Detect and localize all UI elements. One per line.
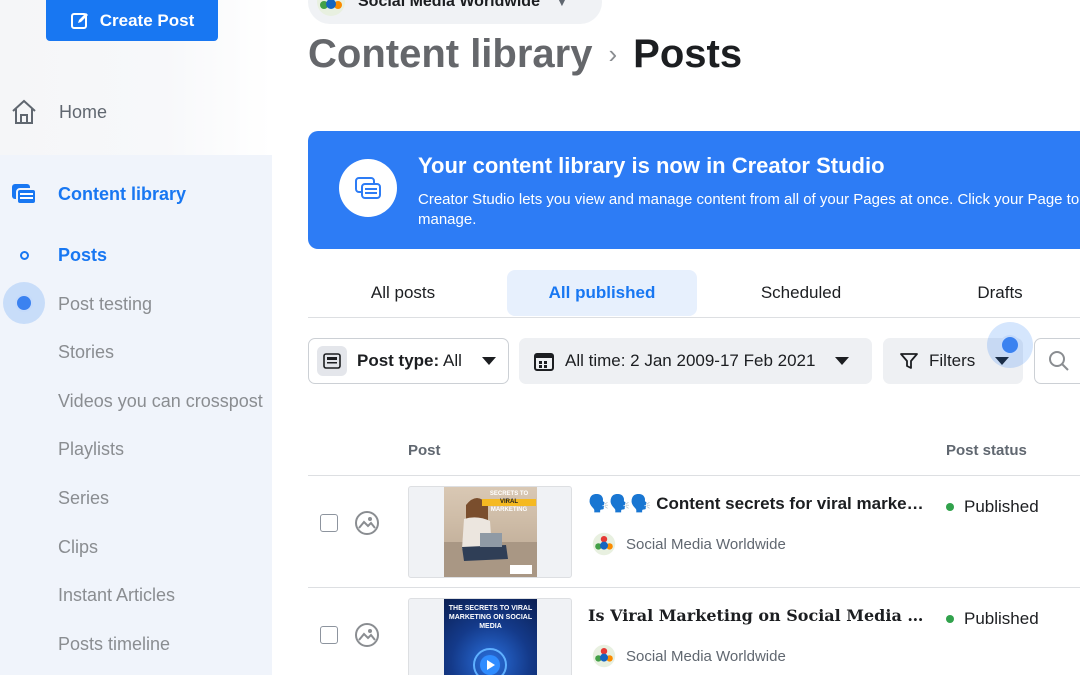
sidebar-item-videos-crosspost[interactable]: Videos you can crosspost xyxy=(58,391,263,412)
cursor-pointer xyxy=(1000,335,1020,355)
status-dot-icon xyxy=(946,615,954,623)
page-name: Social Media Worldwide xyxy=(358,0,540,10)
post-status-label: Published xyxy=(964,609,1039,628)
photo-post-icon xyxy=(355,511,379,535)
sidebar-item-instant-articles[interactable]: Instant Articles xyxy=(58,585,175,606)
page-logo-icon xyxy=(317,0,345,16)
chevron-right-icon: › xyxy=(608,39,618,69)
post-type-filter[interactable]: Post type: All xyxy=(308,338,509,384)
chevron-down-icon xyxy=(481,357,496,365)
row-checkbox[interactable] xyxy=(320,514,338,532)
post-thumbnail[interactable]: SECRETS TO VIRAL MARKETING xyxy=(408,486,572,578)
chevron-down-icon xyxy=(835,357,850,365)
post-title[interactable]: 🗣️🗣️🗣️ Content secrets for viral marketi… xyxy=(588,494,928,514)
post-status-label: Published xyxy=(964,497,1039,516)
post-thumbnail[interactable]: THE SECRETS TO VIRAL MARKETING ON SOCIAL… xyxy=(408,598,572,675)
post-status: Published xyxy=(946,609,1039,629)
home-icon xyxy=(12,99,36,124)
sidebar-item-content-library[interactable]: Content library xyxy=(10,180,186,208)
breadcrumb: Content library › Posts xyxy=(308,32,742,77)
content-library-icon xyxy=(355,177,381,199)
thumbnail-image: THE SECRETS TO VIRAL MARKETING ON SOCIAL… xyxy=(444,599,537,675)
sidebar-item-posts[interactable]: Posts xyxy=(58,245,107,266)
sidebar-item-stories[interactable]: Stories xyxy=(58,342,114,363)
search-icon xyxy=(1049,351,1069,371)
thumbnail-line-1: SECRETS TO xyxy=(489,491,529,497)
date-range-filter[interactable]: All time: 2 Jan 2009-17 Feb 2021 xyxy=(519,338,872,384)
post-tabs: All posts All published Scheduled Drafts xyxy=(308,270,1080,318)
home-label: Home xyxy=(59,101,108,122)
post-title[interactable]: Is Viral Marketing on Social Media Worth… xyxy=(588,606,928,625)
create-post-button[interactable]: Create Post xyxy=(46,0,218,41)
search-input[interactable] xyxy=(1034,338,1080,384)
page-logo-icon xyxy=(592,532,616,556)
active-item-bullet xyxy=(20,251,29,260)
sidebar-item-playlists[interactable]: Playlists xyxy=(58,439,124,460)
date-range-label: All time: 2 Jan 2009-17 Feb 2021 xyxy=(565,351,816,370)
page-logo-icon xyxy=(592,644,616,668)
calendar-icon xyxy=(534,353,554,371)
tab-scheduled[interactable]: Scheduled xyxy=(706,270,896,316)
breadcrumb-parent[interactable]: Content library xyxy=(308,32,592,77)
chevron-down-icon: ▼ xyxy=(555,0,568,9)
filters-label: Filters xyxy=(929,351,976,370)
banner-icon-container xyxy=(339,159,397,217)
banner-title: Your content library is now in Creator S… xyxy=(418,153,885,178)
post-page-name: Social Media Worldwide xyxy=(626,535,786,553)
column-header-post[interactable]: Post xyxy=(408,442,441,459)
creator-studio-banner: Your content library is now in Creator S… xyxy=(308,131,1080,249)
funnel-icon xyxy=(900,353,918,369)
thumbnail-line-3: MARKETING xyxy=(490,507,528,513)
compose-icon xyxy=(70,12,88,29)
content-library-label: Content library xyxy=(58,183,187,204)
page-title: Posts xyxy=(633,32,743,76)
column-header-status[interactable]: Post status xyxy=(946,442,1027,459)
status-dot-icon xyxy=(946,503,954,511)
thumbnail-text: THE SECRETS TO VIRAL MARKETING ON SOCIAL… xyxy=(448,605,533,630)
table-row[interactable]: THE SECRETS TO VIRAL MARKETING ON SOCIAL… xyxy=(308,588,1080,675)
photo-post-icon xyxy=(355,623,379,647)
thumbnail-line-2: VIRAL xyxy=(482,499,536,506)
thumbnail-image: SECRETS TO VIRAL MARKETING xyxy=(444,487,537,577)
sidebar-item-post-testing[interactable]: Post testing xyxy=(58,294,152,315)
banner-text: Creator Studio lets you view and manage … xyxy=(418,191,1080,228)
tab-all-published[interactable]: All published xyxy=(507,270,697,316)
page-selector[interactable]: Social Media Worldwide ▼ xyxy=(308,0,602,24)
create-post-label: Create Post xyxy=(99,10,195,30)
post-type-value: All xyxy=(442,351,462,370)
row-checkbox[interactable] xyxy=(320,626,338,644)
post-page: Social Media Worldwide xyxy=(592,532,786,556)
content-library-icon xyxy=(12,184,37,205)
post-type-icon xyxy=(317,346,347,376)
tab-all-posts[interactable]: All posts xyxy=(308,270,498,316)
post-page: Social Media Worldwide xyxy=(592,644,786,668)
post-type-prefix: Post type: xyxy=(357,351,440,370)
sidebar-item-home[interactable]: Home xyxy=(10,98,107,126)
sidebar: Create Post Home Content library Posts P… xyxy=(0,0,272,675)
tab-drafts[interactable]: Drafts xyxy=(905,270,1080,316)
post-status: Published xyxy=(946,497,1039,517)
sidebar-item-posts-timeline[interactable]: Posts timeline xyxy=(58,634,170,655)
sidebar-item-clips[interactable]: Clips xyxy=(58,537,98,558)
table-row[interactable]: SECRETS TO VIRAL MARKETING 🗣️🗣️🗣️ Conten… xyxy=(308,476,1080,588)
creator-studio-app: Create Post Home Content library Posts P… xyxy=(0,0,1080,675)
cursor-pointer xyxy=(15,294,33,312)
table-header: Post Post status xyxy=(308,428,1080,476)
sidebar-item-series[interactable]: Series xyxy=(58,488,109,509)
post-page-name: Social Media Worldwide xyxy=(626,647,786,665)
